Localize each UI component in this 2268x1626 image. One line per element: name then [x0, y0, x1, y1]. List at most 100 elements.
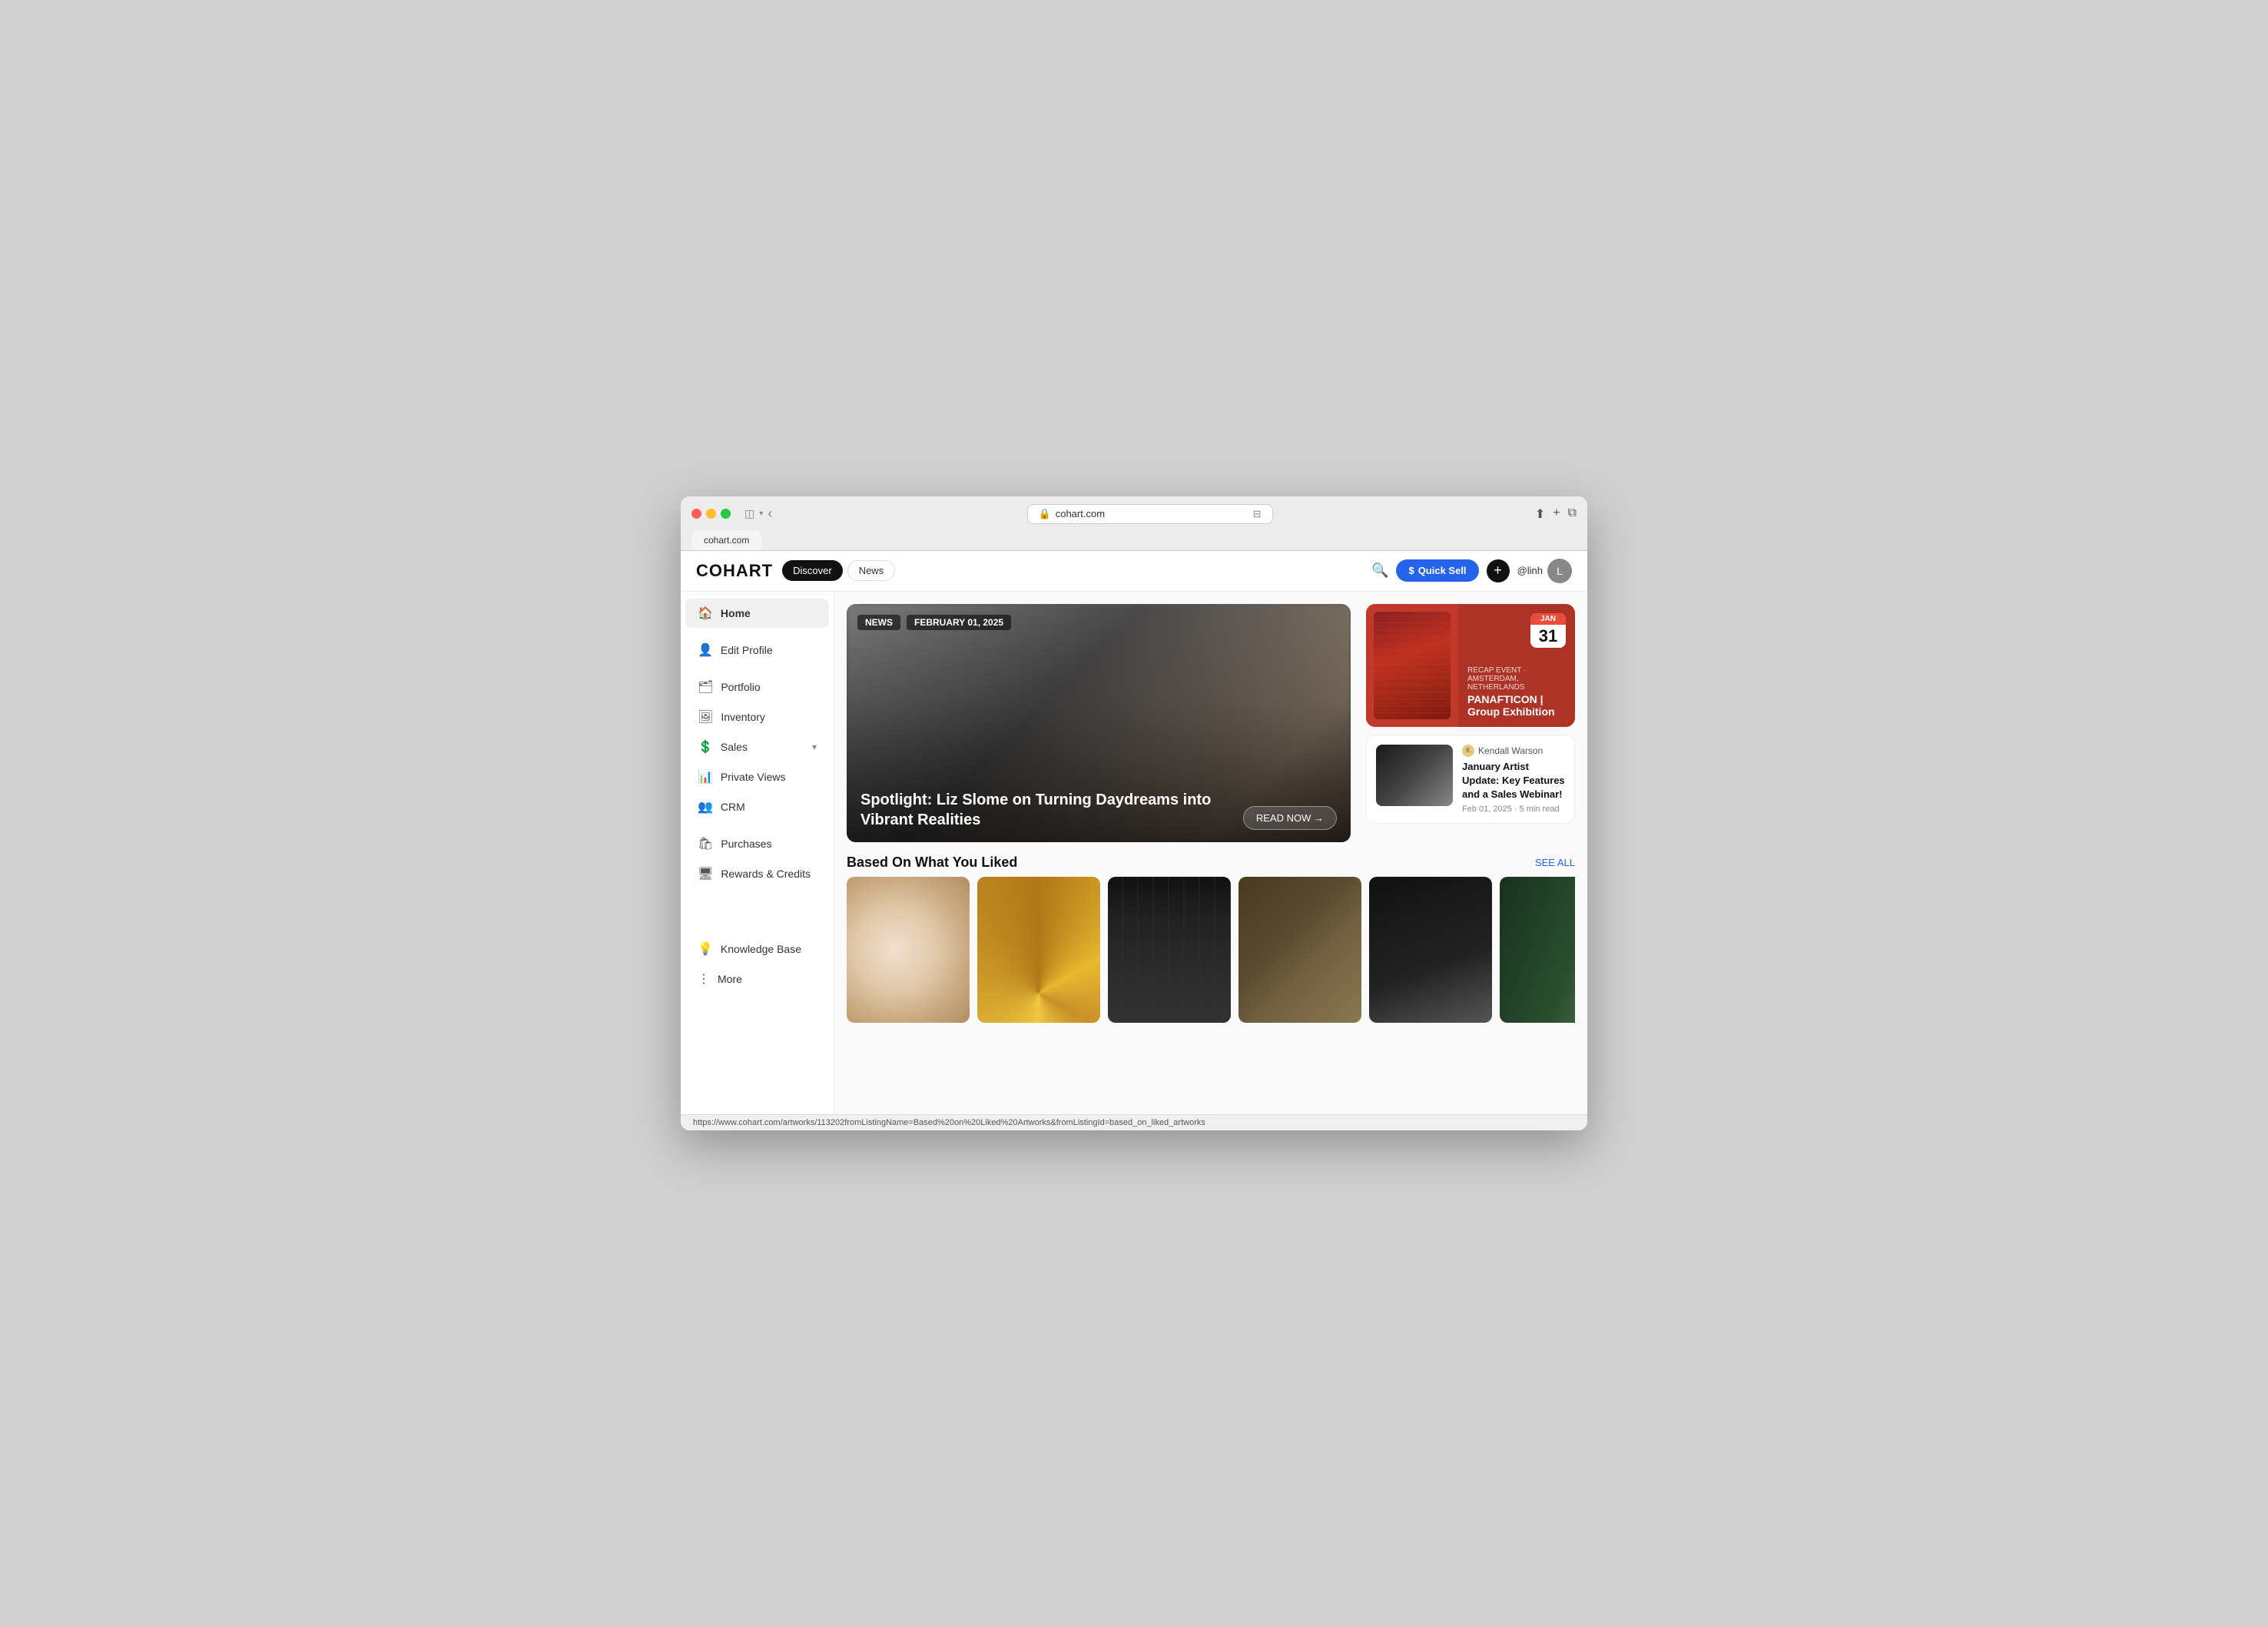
section-header: Based On What You Liked SEE ALL: [847, 854, 1575, 871]
more-icon: ⋮: [698, 971, 710, 987]
sidebar-item-sales-left: 💲 Sales: [698, 739, 748, 755]
app-header: COHART Discover News 🔍 $ Quick Sell + @l…: [681, 551, 1587, 592]
artwork-card-3[interactable]: [1108, 877, 1231, 1023]
share-icon[interactable]: ⬆: [1535, 506, 1545, 522]
sidebar-item-portfolio[interactable]: 🗂 Portfolio: [685, 672, 829, 702]
address-bar[interactable]: 🔒 cohart.com ⊟: [1027, 504, 1273, 524]
sidebar-item-private-views[interactable]: 📊 Private Views: [685, 762, 829, 791]
event-day: 31: [1530, 625, 1566, 648]
artwork-card-1[interactable]: [847, 877, 970, 1023]
discover-nav-button[interactable]: Discover: [782, 560, 843, 581]
artworks-row: [847, 877, 1575, 1023]
sidebar-item-more[interactable]: ⋮ More: [685, 964, 829, 994]
tab-label: cohart.com: [704, 535, 749, 546]
article-title: January Artist Update: Key Features and …: [1462, 760, 1565, 802]
sidebar-label-inventory: Inventory: [721, 711, 765, 723]
sidebar-item-purchases[interactable]: 🛍 Purchases: [685, 829, 829, 858]
hero-card: NEWS FEBRUARY 01, 2025 Spotlight: Liz Sl…: [847, 604, 1351, 842]
artwork-image-5: [1369, 877, 1492, 1023]
artwork-image-1: [847, 877, 970, 1023]
username-label: @linh: [1517, 565, 1543, 576]
artwork-image-3: [1108, 877, 1231, 1023]
status-url: https://www.cohart.com/artworks/113202fr…: [693, 1118, 1205, 1127]
avatar-initials: L: [1557, 565, 1563, 577]
event-card[interactable]: RECAP EVENT · AMSTERDAM, NETHERLANDS PAN…: [1366, 604, 1575, 727]
sidebar-item-knowledge-base[interactable]: 💡 Knowledge Base: [685, 934, 829, 964]
app-logo[interactable]: COHART: [696, 561, 773, 581]
sidebar-label-crm: CRM: [721, 801, 745, 813]
sidebar-item-inventory[interactable]: 🖼 Inventory: [685, 702, 829, 732]
hero-tags: NEWS FEBRUARY 01, 2025: [857, 615, 1011, 630]
header-nav: Discover News: [782, 560, 895, 581]
article-content: K Kendall Warson January Artist Update: …: [1462, 745, 1565, 815]
sidebar-label-sales: Sales: [721, 741, 748, 753]
artwork-card-4[interactable]: [1238, 877, 1361, 1023]
hero-title: Spotlight: Liz Slome on Turning Daydream…: [860, 790, 1229, 830]
chevron-down-icon: ▾: [812, 742, 817, 752]
header-right: 🔍 $ Quick Sell + @linh L: [1371, 559, 1572, 583]
event-image: [1366, 604, 1458, 727]
hero-content: Spotlight: Liz Slome on Turning Daydream…: [860, 790, 1337, 830]
browser-tab[interactable]: cohart.com: [691, 530, 761, 550]
right-panel: RECAP EVENT · AMSTERDAM, NETHERLANDS PAN…: [1360, 604, 1575, 842]
event-title: PANAFTICON | Group Exhibition: [1467, 693, 1566, 718]
purchases-icon: 🛍: [698, 836, 713, 851]
sidebar-item-rewards-credits[interactable]: 🖥 Rewards & Credits: [685, 859, 829, 888]
crm-icon: 👥: [698, 799, 713, 815]
home-icon: 🏠: [698, 606, 713, 621]
event-type-location: RECAP EVENT · AMSTERDAM, NETHERLANDS: [1467, 666, 1566, 692]
url-text: cohart.com: [1056, 508, 1105, 519]
user-info: @linh L: [1517, 559, 1572, 583]
sidebar-label-private-views: Private Views: [721, 771, 786, 783]
sidebar-item-sales[interactable]: 💲 Sales ▾: [685, 732, 829, 762]
liked-section: Based On What You Liked SEE ALL: [847, 854, 1575, 1023]
portfolio-icon: 🗂: [698, 679, 713, 695]
sidebar-label-edit-profile: Edit Profile: [721, 644, 773, 656]
sidebar-label-rewards-credits: Rewards & Credits: [721, 868, 811, 880]
article-card[interactable]: K Kendall Warson January Artist Update: …: [1366, 735, 1575, 825]
section-title: Based On What You Liked: [847, 854, 1017, 871]
artwork-card-2[interactable]: [977, 877, 1100, 1023]
sidebar-item-crm[interactable]: 👥 CRM: [685, 792, 829, 821]
add-button[interactable]: +: [1487, 559, 1510, 582]
chevron-down-icon[interactable]: ▾: [759, 509, 763, 518]
hero-tag-date: FEBRUARY 01, 2025: [907, 615, 1011, 630]
maximize-button[interactable]: [721, 509, 731, 519]
artwork-card-5[interactable]: [1369, 877, 1492, 1023]
article-thumbnail: [1376, 745, 1453, 806]
sidebar-item-home[interactable]: 🏠 Home: [685, 599, 829, 628]
artwork-image-6: [1500, 877, 1575, 1023]
tabs-icon[interactable]: ⧉: [1568, 506, 1577, 522]
reader-icon: ⊟: [1253, 508, 1262, 520]
event-date-badge: JAN 31: [1530, 613, 1566, 648]
news-nav-button[interactable]: News: [847, 560, 896, 581]
sidebar-item-edit-profile[interactable]: 👤 Edit Profile: [685, 635, 829, 665]
quick-sell-button[interactable]: $ Quick Sell: [1396, 559, 1478, 582]
artwork-image-4: [1238, 877, 1361, 1023]
sidebar-label-portfolio: Portfolio: [721, 681, 760, 693]
article-date: Feb 01, 2025 · 5 min read: [1462, 805, 1565, 814]
knowledge-base-icon: 💡: [698, 941, 713, 957]
private-views-icon: 📊: [698, 769, 713, 785]
search-button[interactable]: 🔍: [1371, 562, 1388, 579]
event-artwork-thumbnail: [1374, 612, 1451, 719]
inventory-icon: 🖼: [698, 709, 713, 725]
sidebar-label-home: Home: [721, 607, 751, 619]
read-now-button[interactable]: READ NOW →: [1243, 806, 1337, 830]
user-icon: 👤: [698, 642, 713, 658]
close-button[interactable]: [691, 509, 701, 519]
new-tab-icon[interactable]: +: [1553, 506, 1560, 522]
top-content: NEWS FEBRUARY 01, 2025 Spotlight: Liz Sl…: [847, 604, 1575, 842]
sidebar-label-purchases: Purchases: [721, 838, 771, 850]
search-icon: 🔍: [1371, 562, 1388, 578]
minimize-button[interactable]: [706, 509, 716, 519]
back-icon[interactable]: ‹: [768, 506, 772, 522]
artwork-card-6[interactable]: [1500, 877, 1575, 1023]
dollar-icon: $: [1408, 565, 1414, 576]
sidebar-toggle-icon[interactable]: ◫: [744, 507, 754, 520]
status-bar: https://www.cohart.com/artworks/113202fr…: [681, 1114, 1587, 1130]
user-avatar[interactable]: L: [1547, 559, 1572, 583]
article-image: [1376, 745, 1453, 806]
see-all-button[interactable]: SEE ALL: [1535, 857, 1575, 868]
content-area: NEWS FEBRUARY 01, 2025 Spotlight: Liz Sl…: [834, 592, 1587, 1114]
